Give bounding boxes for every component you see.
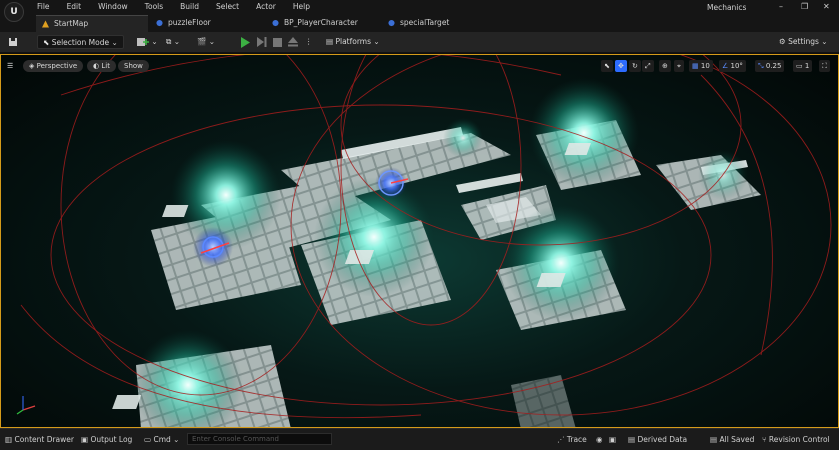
eject-icon bbox=[288, 37, 298, 47]
settings-button[interactable]: ⚙ Settings ⌄ bbox=[779, 35, 828, 49]
tab-label: StartMap bbox=[54, 19, 89, 28]
save-status-icon: ▤ bbox=[710, 435, 718, 444]
blueprint-tool-icon: ⧉ bbox=[166, 37, 172, 46]
grid-icon: ▦ bbox=[692, 62, 699, 70]
skip-icon bbox=[257, 37, 267, 47]
perspective-icon: ◈ bbox=[29, 62, 35, 70]
unreal-logo[interactable]: U bbox=[4, 2, 24, 22]
translate-tool-icon[interactable]: ✥ bbox=[615, 60, 627, 72]
menu-select[interactable]: Select bbox=[216, 2, 239, 11]
tab-bar: StartMap puzzleFloor BP_PlayerCharacter … bbox=[0, 15, 839, 32]
level-viewport[interactable]: ☰ ◈ Perspective ◐ Lit Show ⬉ ✥ ↻ ⤢ ⊕ ⌖ ▦… bbox=[0, 54, 839, 428]
play-options-icon[interactable]: ⋮ bbox=[305, 35, 313, 49]
status-bar: ▥ Content Drawer ▣ Output Log ▭ Cmd ⌄ En… bbox=[0, 428, 839, 450]
maximize-viewport-icon[interactable]: ⛶ bbox=[819, 60, 830, 72]
trace-icon: ⋰ bbox=[557, 435, 565, 444]
menu-build[interactable]: Build bbox=[180, 2, 199, 11]
screenshot-icon[interactable]: ▣ bbox=[609, 434, 616, 446]
tab-startmap[interactable]: StartMap bbox=[36, 15, 148, 32]
console-input[interactable]: Enter Console Command bbox=[187, 433, 332, 445]
blueprint-icon bbox=[388, 19, 395, 27]
title-bar: U File Edit Window Tools Build Select Ac… bbox=[0, 0, 839, 22]
lit-icon: ◐ bbox=[93, 62, 100, 70]
add-actor-icon bbox=[137, 38, 149, 46]
add-actor-button[interactable]: ⌄ bbox=[137, 35, 158, 49]
terminal-icon: ▭ bbox=[144, 435, 152, 444]
scene-render bbox=[16, 55, 832, 427]
scale-tool-icon[interactable]: ⤢ bbox=[642, 60, 654, 72]
platforms-button[interactable]: ▤ Platforms ⌄ bbox=[326, 35, 380, 49]
restore-icon[interactable]: ❐ bbox=[801, 2, 808, 11]
tab-puzzlefloor[interactable]: puzzleFloor bbox=[150, 15, 260, 32]
world-local-icon[interactable]: ⊕ bbox=[659, 60, 671, 72]
tab-specialtarget[interactable]: specialTarget bbox=[382, 15, 492, 32]
output-log-button[interactable]: ▣ Output Log bbox=[81, 434, 132, 446]
blueprint-icon bbox=[272, 19, 279, 27]
all-saved-button[interactable]: ▤ All Saved bbox=[710, 434, 754, 446]
tab-label: specialTarget bbox=[400, 18, 450, 27]
skip-button[interactable] bbox=[257, 35, 267, 49]
snap-options-button[interactable]: ⧉ ⌄ bbox=[166, 35, 180, 49]
revision-control-icon: ⑂ bbox=[762, 435, 767, 444]
tab-bp-playercharacter[interactable]: BP_PlayerCharacter bbox=[266, 15, 381, 32]
angle-icon: ∠ bbox=[722, 62, 729, 70]
menu-file[interactable]: File bbox=[37, 2, 50, 11]
gear-icon: ⚙ bbox=[779, 37, 786, 46]
perspective-button[interactable]: ◈ Perspective bbox=[23, 60, 84, 72]
revision-control-button[interactable]: ⑂ Revision Control bbox=[762, 434, 830, 446]
menu-tools[interactable]: Tools bbox=[145, 2, 163, 11]
scale-snap-icon: ⤡ bbox=[758, 62, 764, 70]
cmd-dropdown[interactable]: ▭ Cmd ⌄ bbox=[144, 434, 179, 446]
selection-mode-button[interactable]: ⬉ Selection Mode ⌄ bbox=[37, 35, 124, 49]
surface-snap-icon[interactable]: ⌖ bbox=[674, 60, 684, 72]
camera-icon: ▭ bbox=[796, 62, 803, 70]
play-icon bbox=[241, 36, 250, 48]
content-drawer-button[interactable]: ▥ Content Drawer bbox=[5, 434, 74, 446]
select-arrow-icon: ⬉ bbox=[43, 38, 50, 47]
menu-edit[interactable]: Edit bbox=[67, 2, 82, 11]
level-icon bbox=[42, 20, 49, 28]
rotate-tool-icon[interactable]: ↻ bbox=[629, 60, 641, 72]
save-icon[interactable] bbox=[8, 35, 18, 49]
grid-snap-button[interactable]: ▦ 10 bbox=[689, 60, 713, 72]
derived-data-button[interactable]: ▤ Derived Data bbox=[628, 434, 687, 446]
rotation-snap-button[interactable]: ∠ 10° bbox=[719, 60, 746, 72]
project-name: Mechanics bbox=[707, 3, 747, 12]
axis-gizmo bbox=[16, 396, 36, 415]
chevron-down-icon: ⌄ bbox=[111, 38, 118, 47]
lit-button[interactable]: ◐ Lit bbox=[87, 60, 116, 72]
viewport-menu-icon[interactable]: ☰ bbox=[7, 60, 13, 72]
close-icon[interactable]: ✕ bbox=[823, 2, 830, 11]
menu-help[interactable]: Help bbox=[293, 2, 310, 11]
play-button[interactable] bbox=[240, 35, 250, 49]
show-button[interactable]: Show bbox=[118, 60, 149, 72]
minimize-icon[interactable]: – bbox=[779, 2, 783, 11]
menu-bar: File Edit Window Tools Build Select Acto… bbox=[37, 2, 327, 11]
main-toolbar: ⬉ Selection Mode ⌄ ⌄ ⧉ ⌄ 🎬 ⌄ ⋮ ▤ Platfor… bbox=[0, 32, 839, 53]
cinematics-button[interactable]: 🎬 ⌄ bbox=[197, 35, 215, 49]
blueprint-icon bbox=[156, 19, 163, 27]
stop-icon bbox=[273, 37, 282, 47]
content-drawer-icon: ▥ bbox=[5, 435, 13, 444]
record-icon[interactable]: ◉ bbox=[596, 434, 603, 446]
menu-window[interactable]: Window bbox=[98, 2, 128, 11]
eject-button[interactable] bbox=[288, 35, 298, 49]
output-log-icon: ▣ bbox=[81, 435, 89, 444]
stop-button[interactable] bbox=[273, 35, 282, 49]
tab-label: puzzleFloor bbox=[168, 18, 211, 27]
clapper-icon: 🎬 bbox=[197, 37, 207, 46]
platforms-icon: ▤ bbox=[326, 37, 334, 46]
tab-label: BP_PlayerCharacter bbox=[284, 18, 358, 27]
menu-actor[interactable]: Actor bbox=[256, 2, 276, 11]
scale-snap-button[interactable]: ⤡ 0.25 bbox=[755, 60, 785, 72]
select-tool-icon[interactable]: ⬉ bbox=[601, 60, 613, 72]
trace-button[interactable]: ⋰ Trace bbox=[557, 434, 587, 446]
camera-speed-button[interactable]: ▭ 1 bbox=[793, 60, 813, 72]
derived-data-icon: ▤ bbox=[628, 435, 636, 444]
